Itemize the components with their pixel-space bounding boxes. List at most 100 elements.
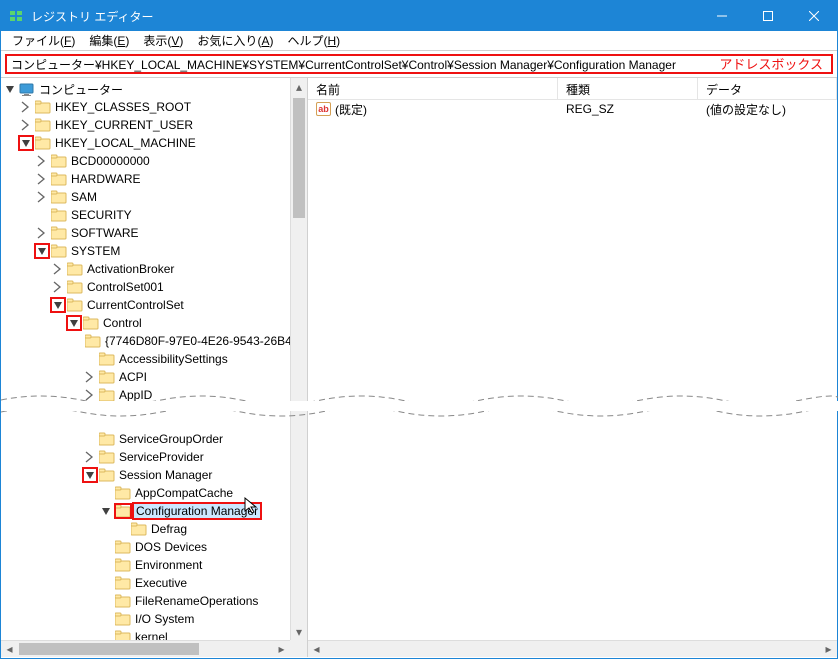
chevron-down-icon[interactable] xyxy=(3,82,17,96)
tree-label: ControlSet001 xyxy=(85,280,166,294)
minimize-button[interactable] xyxy=(699,1,745,31)
col-type[interactable]: 種類 xyxy=(558,78,698,99)
tree-label: Defrag xyxy=(149,522,189,536)
chevron-right-icon[interactable] xyxy=(51,262,65,276)
chevron-right-icon[interactable] xyxy=(35,190,49,204)
chevron-right-icon[interactable] xyxy=(35,154,49,168)
chevron-down-icon[interactable] xyxy=(51,298,65,312)
tree-label: HARDWARE xyxy=(69,172,143,186)
folder-icon xyxy=(35,118,51,132)
scroll-right-icon[interactable]: ▸ xyxy=(273,641,290,657)
tree-item[interactable]: Defrag xyxy=(3,520,290,538)
tree-item[interactable]: AppCompatCache xyxy=(3,484,290,502)
tree-vscrollbar[interactable]: ▴ ▾ xyxy=(290,78,307,640)
tree-item[interactable]: ControlSet001 xyxy=(3,278,290,296)
chevron-right-icon[interactable] xyxy=(19,118,33,132)
tree-item[interactable]: I/O System xyxy=(3,610,290,628)
scroll-left-icon[interactable]: ◂ xyxy=(1,641,18,657)
tree-item[interactable]: SECURITY xyxy=(3,206,290,224)
tree-item-cm[interactable]: Configuration Manager xyxy=(3,502,290,520)
chevron-down-icon[interactable] xyxy=(83,468,97,482)
tree-label: HKEY_LOCAL_MACHINE xyxy=(53,136,198,150)
tree-item[interactable]: DOS Devices xyxy=(3,538,290,556)
app-icon xyxy=(9,8,25,24)
chevron-down-icon[interactable] xyxy=(35,244,49,258)
tree-item[interactable]: ActivationBroker xyxy=(3,260,290,278)
folder-icon xyxy=(115,558,131,572)
tree-label: HKEY_CURRENT_USER xyxy=(53,118,195,132)
tree-item[interactable]: ServiceProvider xyxy=(3,448,290,466)
scroll-thumb[interactable] xyxy=(19,643,199,655)
folder-icon xyxy=(51,190,67,204)
folder-icon xyxy=(35,136,51,150)
col-name[interactable]: 名前 xyxy=(308,78,558,99)
tree-hscrollbar[interactable]: ◂ ▸ xyxy=(1,640,290,657)
chevron-down-icon[interactable] xyxy=(67,316,81,330)
chevron-right-icon[interactable] xyxy=(83,370,97,384)
scroll-left-icon[interactable]: ◂ xyxy=(308,641,325,657)
tree-label: AppID xyxy=(117,388,154,402)
tree-item-control[interactable]: Control xyxy=(3,314,290,332)
tree-root[interactable]: コンピューター xyxy=(3,80,290,98)
chevron-down-icon[interactable] xyxy=(99,504,113,518)
folder-icon xyxy=(51,172,67,186)
col-data[interactable]: データ xyxy=(698,78,837,99)
list-hscrollbar[interactable]: ◂ ▸ xyxy=(308,640,837,657)
tree-item-hkcu[interactable]: HKEY_CURRENT_USER xyxy=(3,116,290,134)
spacer xyxy=(99,486,113,500)
tree-label: I/O System xyxy=(133,612,196,626)
string-value-icon: ab xyxy=(316,102,331,116)
tree-label: SOFTWARE xyxy=(69,226,141,240)
tree-label: コンピューター xyxy=(37,81,125,98)
scroll-thumb[interactable] xyxy=(293,98,305,218)
tree-item[interactable]: ACPI xyxy=(3,368,290,386)
tree-item-hkcr[interactable]: HKEY_CLASSES_ROOT xyxy=(3,98,290,116)
tree-item-ccs[interactable]: CurrentControlSet xyxy=(3,296,290,314)
tree-label: Control xyxy=(101,316,144,330)
menu-fav[interactable]: お気に入り(A) xyxy=(190,31,280,51)
list-row[interactable]: ab(既定) REG_SZ (値の設定なし) xyxy=(308,100,837,118)
spacer xyxy=(83,352,97,366)
chevron-right-icon[interactable] xyxy=(19,100,33,114)
scroll-down-icon[interactable]: ▾ xyxy=(291,623,307,640)
folder-icon xyxy=(35,100,51,114)
chevron-right-icon[interactable] xyxy=(83,450,97,464)
tree-item[interactable]: AppID xyxy=(3,386,290,404)
tree-item[interactable]: ServiceGroupOrder xyxy=(3,430,290,448)
tree-item[interactable]: Executive xyxy=(3,574,290,592)
close-button[interactable] xyxy=(791,1,837,31)
tree-item[interactable]: HARDWARE xyxy=(3,170,290,188)
menu-view[interactable]: 表示(V) xyxy=(136,31,190,51)
folder-icon xyxy=(51,244,67,258)
chevron-right-icon[interactable] xyxy=(83,388,97,402)
address-bar[interactable]: コンピューター¥HKEY_LOCAL_MACHINE¥SYSTEM¥Curren… xyxy=(5,54,833,74)
tree-item-hklm[interactable]: HKEY_LOCAL_MACHINE xyxy=(3,134,290,152)
content: コンピューター HKEY_CLASSES_ROOT HKEY_CURRENT_U… xyxy=(1,78,837,657)
tree-item[interactable]: {7746D80F-97E0-4E26-9543-26B4 xyxy=(3,332,290,350)
scroll-up-icon[interactable]: ▴ xyxy=(291,78,307,95)
tree-label-selected: Configuration Manager xyxy=(133,503,261,519)
tree-item[interactable]: AccessibilitySettings xyxy=(3,350,290,368)
tree-label: HKEY_CLASSES_ROOT xyxy=(53,100,193,114)
tree-item[interactable]: SAM xyxy=(3,188,290,206)
chevron-down-icon[interactable] xyxy=(19,136,33,150)
tree-item[interactable]: SOFTWARE xyxy=(3,224,290,242)
maximize-button[interactable] xyxy=(745,1,791,31)
tree-label: FileRenameOperations xyxy=(133,594,260,608)
menu-help[interactable]: ヘルプ(H) xyxy=(280,31,347,51)
tree-item[interactable]: Environment xyxy=(3,556,290,574)
tree-item[interactable]: FileRenameOperations xyxy=(3,592,290,610)
spacer xyxy=(99,540,113,554)
tree-item[interactable]: BCD00000000 xyxy=(3,152,290,170)
tree-item-sm[interactable]: Session Manager xyxy=(3,466,290,484)
tree-item-system[interactable]: SYSTEM xyxy=(3,242,290,260)
menu-edit[interactable]: 編集(E) xyxy=(82,31,136,51)
menu-file[interactable]: ファイル(F) xyxy=(5,31,82,51)
chevron-right-icon[interactable] xyxy=(35,226,49,240)
tree-label: ACPI xyxy=(117,370,149,384)
chevron-right-icon[interactable] xyxy=(51,280,65,294)
scroll-right-icon[interactable]: ▸ xyxy=(820,641,837,657)
folder-icon xyxy=(131,522,147,536)
chevron-right-icon[interactable] xyxy=(35,172,49,186)
address-row: コンピューター¥HKEY_LOCAL_MACHINE¥SYSTEM¥Curren… xyxy=(1,51,837,78)
